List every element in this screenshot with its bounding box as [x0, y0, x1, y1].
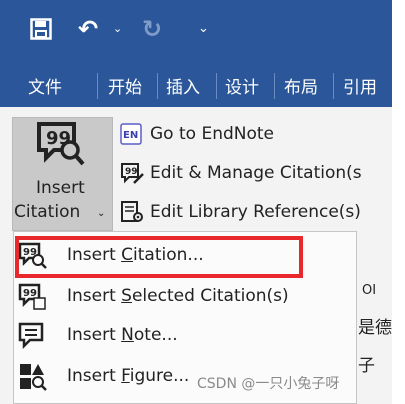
highlight-box	[15, 236, 303, 278]
undo-dropdown-icon[interactable]: ⌄	[113, 22, 122, 35]
menu-item-insert-note-label: Insert Note...	[67, 325, 178, 345]
insert-selected-citation-icon: 99	[18, 283, 46, 310]
document-edge	[392, 0, 405, 404]
svg-text:EN: EN	[123, 130, 138, 141]
chevron-down-icon[interactable]: ⌄	[97, 208, 105, 219]
edit-library-reference-button[interactable]: Edit Library Reference(s)	[120, 198, 361, 226]
edit-library-reference-label: Edit Library Reference(s)	[150, 202, 361, 222]
edit-library-reference-icon	[121, 201, 143, 222]
save-icon[interactable]	[30, 18, 52, 40]
endnote-icon: EN	[120, 123, 142, 145]
menu-item-insert-selected-citations-label: Insert Selected Citation(s)	[67, 286, 289, 306]
edit-citation-icon: 99	[121, 163, 144, 184]
menu-item-insert-figure[interactable]: Insert Figure...	[17, 359, 189, 393]
edit-manage-citations-label: Edit & Manage Citation(s	[150, 163, 362, 183]
background-text-b: 是德	[358, 318, 392, 338]
go-to-endnote-button[interactable]: EN Go to EndNote	[120, 120, 274, 148]
tab-home[interactable]: 开始	[108, 73, 142, 98]
insert-citation-label-line2: Citation	[14, 202, 81, 222]
tab-file[interactable]: 文件	[28, 73, 62, 98]
redo-icon[interactable]: ↻	[142, 15, 162, 43]
customize-quick-access-icon[interactable]: ⌄	[198, 21, 209, 36]
insert-note-icon	[18, 322, 44, 350]
insert-citation-label-line1: Insert	[36, 178, 85, 198]
svg-text:99: 99	[125, 167, 138, 177]
menu-item-insert-figure-label: Insert Figure...	[67, 366, 190, 386]
tab-layout[interactable]: 布局	[284, 73, 318, 98]
background-text-a: OI	[362, 283, 377, 298]
menu-item-insert-note[interactable]: Insert Note...	[17, 318, 178, 352]
menu-item-insert-selected-citations[interactable]: 99 Insert Selected Citation(s)	[17, 279, 289, 313]
go-to-endnote-label: Go to EndNote	[150, 124, 274, 144]
ribbon-tabs: 文件 开始 插入 设计 布局 引用	[0, 63, 392, 107]
background-text-c: 子	[358, 356, 375, 376]
watermark: CSDN @一只小兔子呀	[197, 376, 340, 392]
title-bar: ↶ ⌄ ↻ ⌄	[0, 0, 392, 63]
tab-insert[interactable]: 插入	[166, 73, 200, 98]
insert-citation-icon: 99	[37, 122, 85, 166]
tab-references[interactable]: 引用	[343, 73, 377, 98]
edit-manage-citations-button[interactable]: 99 Edit & Manage Citation(s	[120, 159, 362, 187]
insert-figure-icon	[20, 364, 47, 391]
undo-icon[interactable]: ↶	[78, 15, 98, 43]
tab-design[interactable]: 设计	[225, 73, 259, 98]
